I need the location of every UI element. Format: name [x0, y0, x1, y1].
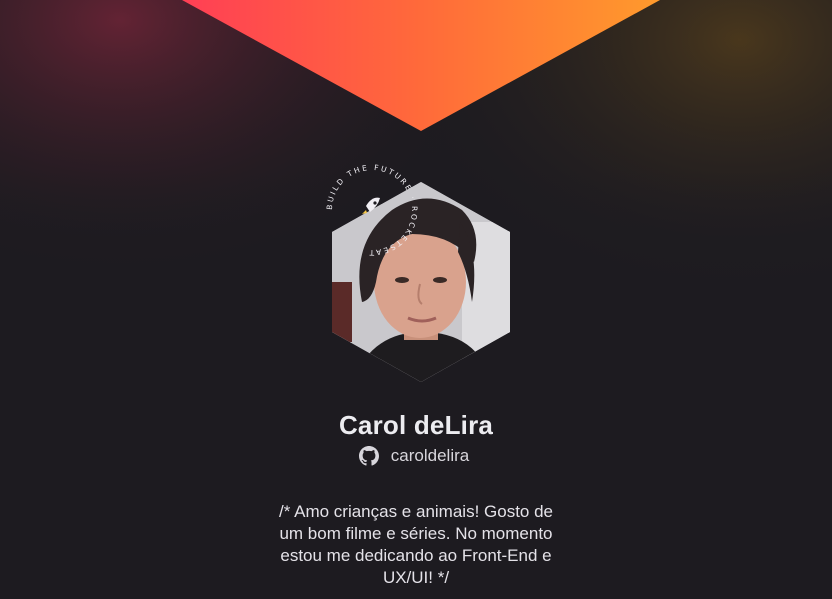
github-link[interactable]: caroldelira	[0, 446, 832, 466]
rocket-icon	[362, 197, 380, 214]
github-icon	[358, 446, 379, 466]
profile-bio: /* Amo crianças e animais! Gosto de um b…	[278, 502, 554, 587]
github-handle: caroldelira	[390, 446, 470, 465]
avatar-container: BUILD THE FUTURE · ROCKETSEAT	[322, 160, 518, 384]
profile-card: BUILD THE FUTURE · ROCKETSEAT Carol deLi…	[0, 0, 832, 599]
profile-name: Carol deLira	[338, 410, 494, 440]
rocketseat-badge: BUILD THE FUTURE · ROCKETSEAT	[325, 163, 417, 257]
